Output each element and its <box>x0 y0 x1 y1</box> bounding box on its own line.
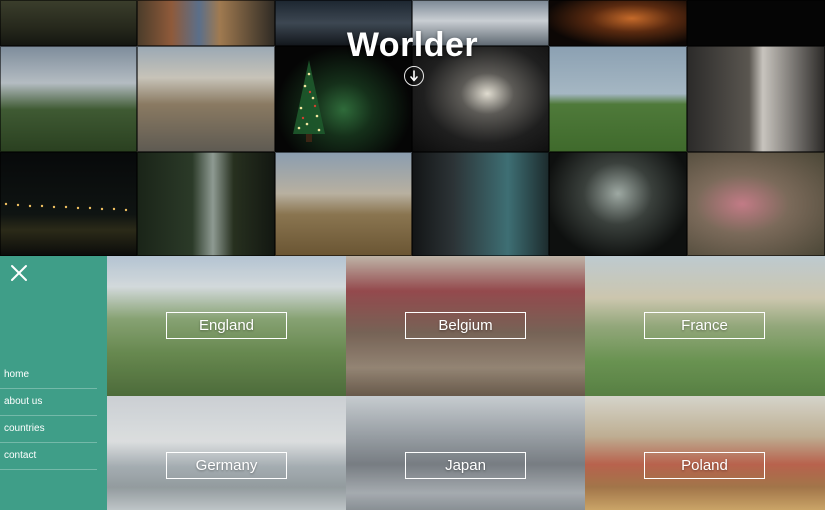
page: Worlder home about us countries contact … <box>0 0 825 510</box>
photo-tile <box>687 152 825 256</box>
scroll-down-button[interactable] <box>404 66 424 86</box>
menu-item-countries[interactable]: countries <box>0 416 97 443</box>
country-card-japan[interactable]: Japan <box>346 396 585 510</box>
country-label[interactable]: France <box>644 312 765 339</box>
country-card-germany[interactable]: Germany <box>107 396 346 510</box>
country-card-france[interactable]: France <box>585 256 825 396</box>
menu-list: home about us countries contact <box>0 362 97 470</box>
photo-tile <box>687 0 825 46</box>
country-label[interactable]: Belgium <box>405 312 526 339</box>
photo-tile <box>412 152 549 256</box>
country-card-belgium[interactable]: Belgium <box>346 256 585 396</box>
close-menu-button[interactable] <box>9 263 29 283</box>
photo-tile <box>687 46 825 152</box>
menu-item-home[interactable]: home <box>0 362 97 389</box>
photo-tile <box>275 152 412 256</box>
menu-item-about-us[interactable]: about us <box>0 389 97 416</box>
photo-tile <box>549 0 687 46</box>
country-label[interactable]: Poland <box>644 452 765 479</box>
brand-logo[interactable]: Worlder <box>347 26 478 64</box>
photo-tile <box>0 152 137 256</box>
country-card-poland[interactable]: Poland <box>585 396 825 510</box>
photo-tile <box>549 46 687 152</box>
photo-tile <box>0 0 137 46</box>
photo-tile <box>0 46 137 152</box>
night-lights-image <box>4 202 128 212</box>
country-card-england[interactable]: England <box>107 256 346 396</box>
side-menu: home about us countries contact <box>0 256 107 510</box>
photo-tile <box>137 0 275 46</box>
country-label[interactable]: Japan <box>405 452 526 479</box>
photo-tile <box>137 152 275 256</box>
country-label[interactable]: England <box>166 312 287 339</box>
photo-tile <box>137 46 275 152</box>
arrow-down-icon <box>410 70 418 82</box>
menu-item-contact[interactable]: contact <box>0 443 97 470</box>
close-icon <box>11 265 27 281</box>
photo-tile <box>549 152 687 256</box>
country-grid: England Belgium France Germany Japan Pol… <box>107 256 825 510</box>
country-label[interactable]: Germany <box>166 452 287 479</box>
